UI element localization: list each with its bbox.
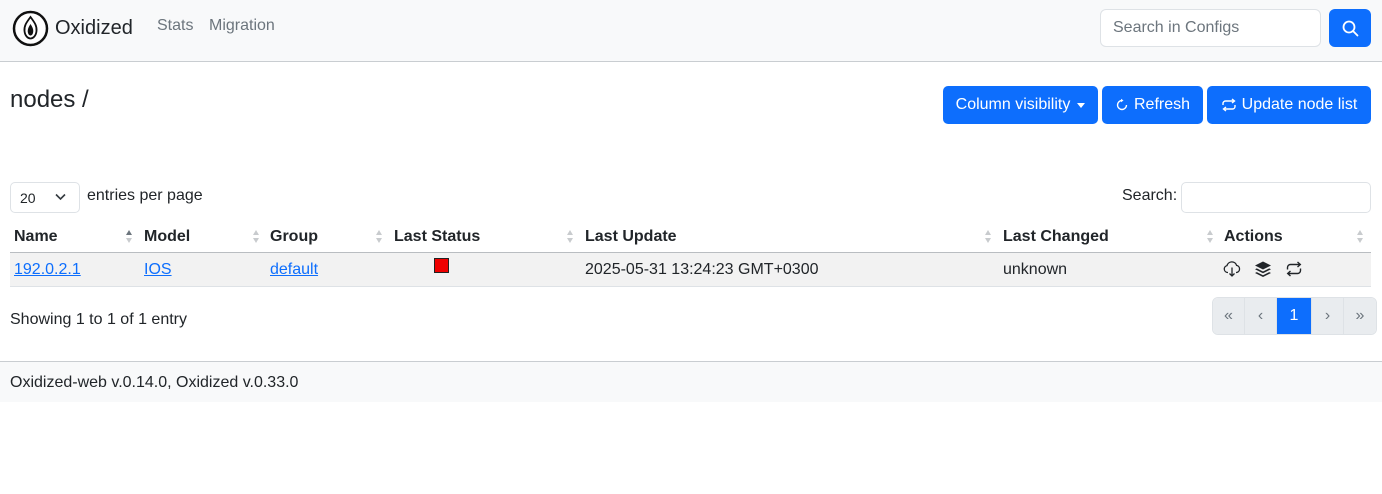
pagination-page-1-button[interactable]: 1 bbox=[1277, 298, 1312, 334]
node-model-link[interactable]: IOS bbox=[144, 261, 172, 279]
column-header-model[interactable]: Model bbox=[144, 228, 190, 246]
page-length-label: entries per page bbox=[87, 187, 203, 204]
sort-icon[interactable] bbox=[985, 230, 992, 244]
sort-icon[interactable] bbox=[1207, 230, 1214, 244]
chevron-down-icon bbox=[55, 193, 66, 201]
sort-icon[interactable] bbox=[376, 230, 383, 244]
page-length-value: 20 bbox=[20, 189, 36, 206]
pagination-first-button[interactable]: « bbox=[1213, 298, 1245, 334]
brand[interactable]: Oxidized bbox=[12, 10, 133, 47]
refresh-label: Refresh bbox=[1133, 96, 1191, 113]
sort-icon[interactable] bbox=[567, 230, 574, 244]
table-info: Showing 1 to 1 of 1 entry bbox=[10, 311, 187, 328]
node-name-link[interactable]: 192.0.2.1 bbox=[14, 261, 81, 279]
sort-ascending-icon[interactable] bbox=[126, 230, 133, 244]
column-header-last-status[interactable]: Last Status bbox=[394, 228, 480, 246]
column-header-last-changed[interactable]: Last Changed bbox=[1003, 228, 1109, 246]
pagination-next-button[interactable]: › bbox=[1312, 298, 1344, 334]
page-length-select[interactable]: 20 bbox=[10, 182, 80, 213]
oxidized-logo-icon bbox=[12, 10, 49, 47]
brand-name: Oxidized bbox=[55, 17, 133, 39]
update-node-list-button[interactable]: Update node list bbox=[1207, 86, 1371, 124]
sort-icon[interactable] bbox=[1357, 230, 1364, 244]
repeat-icon[interactable] bbox=[1285, 260, 1303, 278]
column-visibility-label: Column visibility bbox=[955, 96, 1071, 113]
status-fail-indicator bbox=[434, 258, 449, 273]
navbar: Oxidized Stats Migration bbox=[0, 0, 1382, 62]
table-row: 192.0.2.1 IOS default 2025-05-31 13:24:2… bbox=[10, 253, 1371, 287]
layers-icon[interactable] bbox=[1254, 260, 1272, 278]
config-search-button[interactable] bbox=[1329, 9, 1371, 47]
refresh-icon bbox=[1116, 98, 1128, 111]
table-search-input[interactable] bbox=[1181, 182, 1371, 213]
dropdown-caret-icon bbox=[1077, 102, 1086, 108]
pagination-previous-button[interactable]: ‹ bbox=[1245, 298, 1277, 334]
page-title: nodes / bbox=[10, 86, 89, 113]
cloud-download-icon[interactable] bbox=[1223, 260, 1241, 278]
table-header: Name Model Group Last Status Last Update… bbox=[10, 221, 1371, 253]
nav-link-migration[interactable]: Migration bbox=[209, 17, 275, 35]
column-visibility-button[interactable]: Column visibility bbox=[943, 86, 1098, 124]
search-icon bbox=[1342, 20, 1358, 36]
sort-icon[interactable] bbox=[253, 230, 260, 244]
nav-link-stats[interactable]: Stats bbox=[157, 17, 193, 35]
node-group-link[interactable]: default bbox=[270, 261, 318, 279]
column-header-group[interactable]: Group bbox=[270, 228, 318, 246]
version-info: Oxidized-web v.0.14.0, Oxidized v.0.33.0 bbox=[10, 374, 299, 391]
column-header-last-update[interactable]: Last Update bbox=[585, 228, 677, 246]
pagination-last-button[interactable]: » bbox=[1344, 298, 1376, 334]
column-header-name[interactable]: Name bbox=[14, 228, 58, 246]
last-update-cell: 2025-05-31 13:24:23 GMT+0300 bbox=[585, 261, 819, 278]
refresh-button[interactable]: Refresh bbox=[1102, 86, 1203, 124]
footer: Oxidized-web v.0.14.0, Oxidized v.0.33.0 bbox=[0, 361, 1382, 402]
update-node-list-label: Update node list bbox=[1241, 96, 1358, 113]
repeat-icon bbox=[1221, 98, 1236, 112]
config-search-input[interactable] bbox=[1100, 9, 1321, 47]
last-changed-cell: unknown bbox=[1003, 261, 1068, 278]
column-header-actions[interactable]: Actions bbox=[1224, 228, 1283, 246]
pagination: « ‹ 1 › » bbox=[1212, 297, 1377, 335]
table-search-label: Search: bbox=[1122, 187, 1178, 204]
